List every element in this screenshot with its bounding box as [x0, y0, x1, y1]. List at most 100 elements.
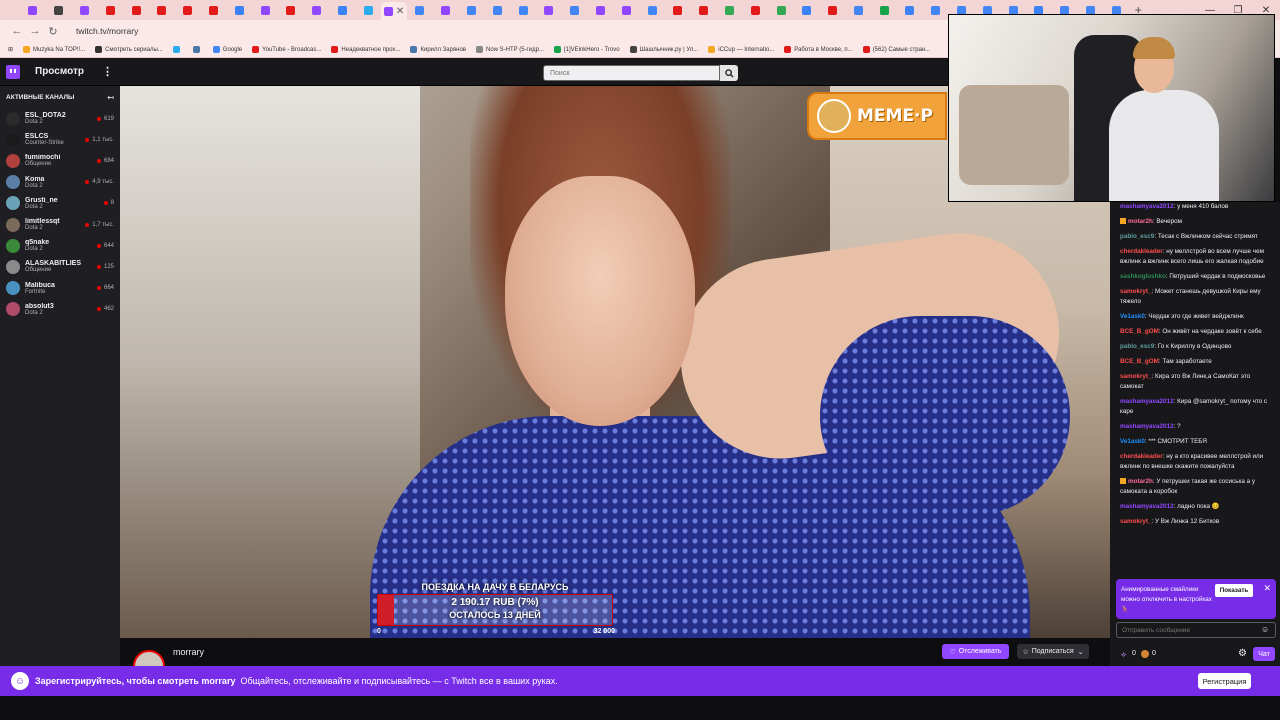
search-button[interactable]	[720, 65, 738, 81]
browser-tab[interactable]	[97, 3, 123, 17]
forward-icon[interactable]: →	[26, 25, 44, 37]
bookmark-item[interactable]: Muzyka Na TOP!!...	[23, 46, 85, 53]
bits-icon[interactable]	[1141, 650, 1149, 658]
chat-username[interactable]: mashamyava2012	[1120, 503, 1174, 510]
browser-tab[interactable]	[304, 3, 330, 17]
sidebar-channel[interactable]: ESL_DOTA2 Dota 2 619	[0, 108, 120, 129]
browser-tab[interactable]	[923, 3, 949, 17]
chat-username[interactable]: BCE_B_gOM	[1120, 358, 1159, 365]
collapse-sidebar-icon[interactable]: ↤	[107, 93, 114, 102]
sidebar-channel[interactable]: Koma Dota 2 4,9 тыс.	[0, 172, 120, 193]
browser-tab[interactable]	[433, 3, 459, 17]
browser-tab[interactable]	[820, 3, 846, 17]
browser-tab[interactable]	[613, 3, 639, 17]
chat-username[interactable]: mashamyava2012	[1120, 423, 1174, 430]
url-field[interactable]: twitch.tv/morrary	[68, 23, 948, 39]
browser-tab[interactable]	[484, 3, 510, 17]
browser-tab[interactable]	[510, 3, 536, 17]
bookmark-item[interactable]: iCCup — Internatio...	[708, 46, 774, 53]
close-icon[interactable]: ✕	[1263, 583, 1271, 594]
sidebar-channel[interactable]: Malibuca Fortnite 664	[0, 278, 120, 299]
streamer-name[interactable]: morrary	[173, 647, 204, 657]
browse-link[interactable]: Просмотр	[35, 66, 84, 77]
chat-username[interactable]: pablo_esc9	[1120, 343, 1154, 350]
close-tab-icon[interactable]: ✕	[396, 6, 404, 17]
chat-username[interactable]: sashkoglushko	[1120, 273, 1166, 280]
browser-tab[interactable]	[252, 3, 278, 17]
sidebar-channel[interactable]: fumimochi Общение 684	[0, 150, 120, 171]
emote-picker-icon[interactable]: ☺	[1261, 625, 1269, 634]
browser-tab[interactable]	[123, 3, 149, 17]
search-input[interactable]	[543, 65, 720, 81]
browser-tab[interactable]	[794, 3, 820, 17]
apps-grid-icon[interactable]: ⊞	[8, 46, 13, 53]
browser-tab[interactable]	[871, 3, 897, 17]
browser-tab[interactable]	[768, 3, 794, 17]
browser-tab[interactable]	[691, 3, 717, 17]
sidebar-channel[interactable]: ALASKABITLIES Общение 125	[0, 256, 120, 277]
notice-show-button[interactable]: Показать	[1215, 584, 1253, 597]
browser-tab[interactable]	[536, 3, 562, 17]
browser-tab[interactable]	[407, 3, 433, 17]
chat-username[interactable]: motar2h	[1128, 478, 1153, 485]
gear-icon[interactable]: ⚙	[1238, 648, 1247, 659]
reload-icon[interactable]: ↻	[44, 25, 62, 38]
browser-tab[interactable]	[20, 3, 46, 17]
browser-tab[interactable]	[226, 3, 252, 17]
chat-username[interactable]: motar2h	[1128, 218, 1153, 225]
chat-username[interactable]: Ve1ask0	[1120, 313, 1145, 320]
bookmark-item[interactable]: YouTube - Broadcas...	[252, 46, 321, 53]
bookmark-item[interactable]: Смотреть сериалы...	[95, 46, 163, 53]
bookmark-item[interactable]: Шашлычник.ру | Ул...	[629, 46, 698, 53]
browser-tab[interactable]	[355, 3, 381, 17]
browser-tab[interactable]	[278, 3, 304, 17]
bookmark-item[interactable]: Кирилл Зарянов	[410, 46, 466, 53]
browser-tab[interactable]	[717, 3, 743, 17]
chat-send-button[interactable]: Чат	[1253, 647, 1275, 661]
browser-tab[interactable]	[46, 3, 72, 17]
chat-input[interactable]	[1116, 622, 1276, 638]
bookmark-item[interactable]: (562) Самые стран...	[862, 46, 930, 53]
chat-username[interactable]: samokryt_	[1120, 518, 1152, 525]
subscribe-button[interactable]: ☆ Подписаться ⌄	[1017, 644, 1089, 659]
chat-username[interactable]: pablo_esc9	[1120, 233, 1154, 240]
follow-button[interactable]: ♡ Отслеживать	[942, 644, 1009, 659]
browser-tab[interactable]	[588, 3, 614, 17]
chat-username[interactable]: samokryt_	[1120, 373, 1152, 380]
signup-button[interactable]: Регистрация	[1198, 673, 1251, 689]
bookmark-item[interactable]: [1]VEinkHero - Trovo	[553, 46, 620, 53]
bookmark-item[interactable]: Now S-HTP (5-гидр...	[476, 46, 544, 53]
sidebar-channel[interactable]: q5nake Dota 2 644	[0, 235, 120, 256]
browser-tab[interactable]	[149, 3, 175, 17]
back-icon[interactable]: ←	[8, 25, 26, 37]
browser-tab[interactable]	[72, 3, 98, 17]
bookmark-item[interactable]	[192, 46, 203, 53]
browser-tab[interactable]	[562, 3, 588, 17]
browser-tab[interactable]	[846, 3, 872, 17]
bookmark-item[interactable]: Работа в Москве, п...	[784, 46, 853, 53]
twitch-logo-icon[interactable]	[6, 64, 20, 79]
browser-tab[interactable]	[330, 3, 356, 17]
sidebar-channel[interactable]: limitlessqt Dota 2 1,7 тыс.	[0, 214, 120, 235]
chat-username[interactable]: cherdakleader	[1120, 248, 1163, 255]
sidebar-channel[interactable]: absolut3 Dota 2 462	[0, 299, 120, 320]
chat-username[interactable]: mashamyava2012	[1120, 203, 1174, 210]
browser-tab[interactable]	[459, 3, 485, 17]
chat-username[interactable]: samokryt_	[1120, 288, 1152, 295]
browser-tab[interactable]	[175, 3, 201, 17]
browser-tab[interactable]	[665, 3, 691, 17]
browser-tab[interactable]	[742, 3, 768, 17]
channel-points-icon[interactable]: ⟡	[1121, 650, 1126, 660]
chat-username[interactable]: Ve1ask0	[1120, 438, 1145, 445]
sidebar-channel[interactable]: ESLCS Counter-Strike 1,1 тыс.	[0, 129, 120, 150]
chat-username[interactable]: cherdakleader	[1120, 453, 1163, 460]
browser-tab[interactable]: ✕	[381, 2, 407, 20]
sidebar-channel[interactable]: Grusti_ne Dota 28	[0, 193, 120, 214]
chat-username[interactable]: mashamyava2012	[1120, 398, 1174, 405]
bookmark-item[interactable]	[172, 46, 183, 53]
bookmark-item[interactable]: Неадекватное прох...	[331, 46, 400, 53]
chat-username[interactable]: BCE_B_gOM	[1120, 328, 1159, 335]
bookmark-item[interactable]: Google	[212, 46, 242, 53]
more-menu-icon[interactable]: ⋮	[102, 65, 113, 78]
browser-tab[interactable]	[201, 3, 227, 17]
